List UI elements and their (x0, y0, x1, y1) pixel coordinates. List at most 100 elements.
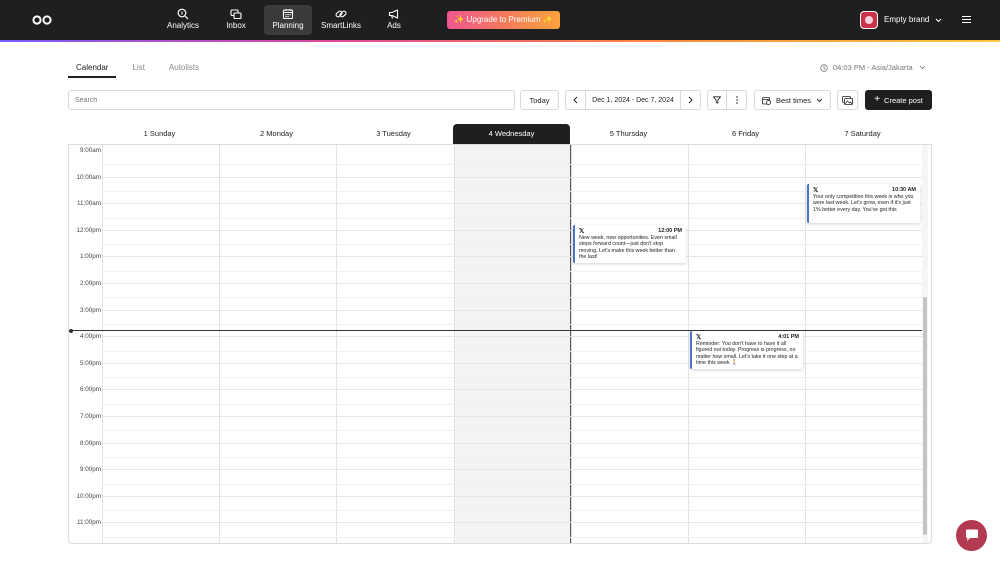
post-time: 4:01 PM (778, 333, 799, 340)
half-hour-line (102, 190, 922, 192)
hour-line (102, 256, 922, 258)
link-icon (335, 10, 347, 18)
nav-label: Ads (387, 21, 401, 30)
day-header[interactable]: 5 Thursday (570, 124, 687, 144)
megaphone-icon (388, 9, 399, 19)
scheduled-post-card[interactable]: 𝕏 10:30 AM Your only competition this week… (807, 184, 920, 223)
post-card-header: 𝕏 4:01 PM (696, 333, 799, 341)
top-navigation-bar: Analytics Inbox Planning SmartLinks Ads … (0, 0, 1000, 40)
hour-label: 2:00pm (79, 280, 101, 287)
more-vertical-icon (735, 96, 738, 104)
prev-week-button[interactable] (566, 91, 586, 109)
half-hour-line (102, 510, 922, 512)
scheduled-post-card[interactable]: 𝕏 12:00 PM New week, new opportunities. Ev… (573, 225, 686, 263)
nav-item-inbox[interactable]: Inbox (214, 5, 258, 35)
week-calendar: 9:00am 10:00am 11:00am 12:00pm 1:00pm 2:00pm 3… (68, 124, 932, 544)
hour-label: 3:00pm (79, 306, 101, 314)
tab-calendar[interactable]: Calendar (68, 62, 117, 78)
scheduled-post-card[interactable]: 𝕏 4:01 PM Reminder: You don't have to have… (690, 331, 803, 369)
nav-item-analytics[interactable]: Analytics (160, 5, 206, 35)
hour-line (102, 495, 922, 497)
hour-line (102, 229, 922, 231)
timezone-selector[interactable]: 04:03 PM - Asia/Jakarta (820, 63, 931, 72)
hour-line (102, 389, 922, 391)
create-post-button[interactable]: + Create post (865, 90, 932, 110)
best-times-dropdown[interactable]: Best times (754, 90, 831, 110)
chat-icon (965, 529, 978, 541)
half-hour-line (102, 483, 922, 485)
half-hour-line (102, 270, 922, 272)
search-input[interactable] (68, 90, 515, 110)
scrollbar-thumb[interactable] (923, 297, 927, 535)
half-hour-line (102, 323, 922, 325)
create-post-label: Create post (884, 95, 923, 105)
nav-item-smartlinks[interactable]: SmartLinks (318, 5, 364, 35)
clock-icon (820, 63, 828, 72)
chat-support-button[interactable] (956, 520, 987, 551)
date-range-label[interactable]: Dec 1, 2024 - Dec 7, 2024 (592, 97, 674, 104)
today-button[interactable]: Today (520, 90, 559, 110)
hour-line (102, 176, 922, 178)
today-label: Today (529, 95, 550, 105)
tab-autolists[interactable]: Autolists (169, 62, 199, 78)
hour-label: 5:00pm (79, 359, 101, 367)
tab-list[interactable]: List (132, 62, 144, 78)
date-range-navigator: Dec 1, 2024 - Dec 7, 2024 (565, 90, 701, 110)
inbox-icon (230, 9, 242, 20)
calendar-icon (282, 9, 294, 20)
gradient-divider (0, 40, 1000, 42)
images-icon (842, 95, 853, 105)
day-header[interactable]: 2 Monday (218, 124, 335, 144)
x-icon: 𝕏 (696, 333, 702, 341)
day-header[interactable]: 1 Sunday (101, 124, 218, 144)
hour-label: 10:00pm (76, 492, 101, 500)
calendar-grid: 9:00am 10:00am 11:00am 12:00pm 1:00pm 2:00pm 3… (68, 144, 932, 544)
best-times-label: Best times (775, 95, 811, 105)
sparkle-icon: ✨ (540, 15, 553, 24)
chevron-down-icon (816, 98, 823, 102)
day-header[interactable]: 7 Saturday (804, 124, 921, 144)
media-library-button[interactable] (837, 90, 858, 110)
post-card-header: 𝕏 12:00 PM (579, 227, 682, 235)
menu-icon[interactable] (962, 15, 971, 24)
nav-item-planning[interactable]: Planning (264, 5, 312, 35)
nav-label: Analytics (166, 21, 199, 30)
half-hour-line (102, 217, 922, 219)
nav-label: Inbox (226, 21, 246, 30)
hour-label: 8:00pm (79, 439, 101, 447)
day-header[interactable]: 3 Tuesday (335, 124, 452, 144)
more-options-button[interactable] (727, 91, 746, 109)
nav-label: SmartLinks (320, 21, 361, 30)
filter-group (707, 90, 747, 110)
half-hour-line (102, 244, 922, 246)
hour-line (102, 283, 922, 284)
next-week-button[interactable] (680, 91, 700, 109)
half-hour-line (102, 377, 922, 379)
x-icon: 𝕏 (579, 227, 585, 235)
hour-label: 9:00am (79, 147, 101, 154)
hour-label: 11:00am (76, 200, 101, 208)
hour-line (102, 309, 922, 311)
infinity-logo-icon[interactable] (32, 14, 52, 26)
post-text: New week, new opportunities. Even small … (579, 235, 677, 261)
chevron-down-icon (919, 65, 925, 70)
day-header[interactable]: 4 Wednesday (453, 124, 570, 144)
brand-switcher[interactable]: Empty brand (860, 11, 942, 29)
upgrade-premium-button[interactable]: ✨ Upgrade to Premium ✨ (447, 11, 560, 29)
filter-button[interactable] (708, 91, 727, 109)
plus-icon: + (874, 94, 881, 105)
hour-label: 9:00pm (79, 466, 101, 474)
half-hour-line (102, 164, 922, 166)
post-time: 12:00 PM (658, 227, 682, 234)
upgrade-label: Upgrade to Premium (466, 15, 541, 24)
sparkle-icon: ✨ (454, 15, 467, 24)
half-hour-line (102, 297, 922, 299)
hour-line (102, 522, 922, 524)
half-hour-line (102, 456, 922, 458)
day-header[interactable]: 6 Friday (687, 124, 804, 144)
post-text: Reminder: You don't have to have it all … (696, 341, 798, 367)
nav-item-ads[interactable]: Ads (374, 5, 414, 35)
post-text: Your only competition this week is who y… (813, 194, 914, 213)
current-time-dot (69, 328, 73, 333)
hour-line (102, 416, 922, 417)
